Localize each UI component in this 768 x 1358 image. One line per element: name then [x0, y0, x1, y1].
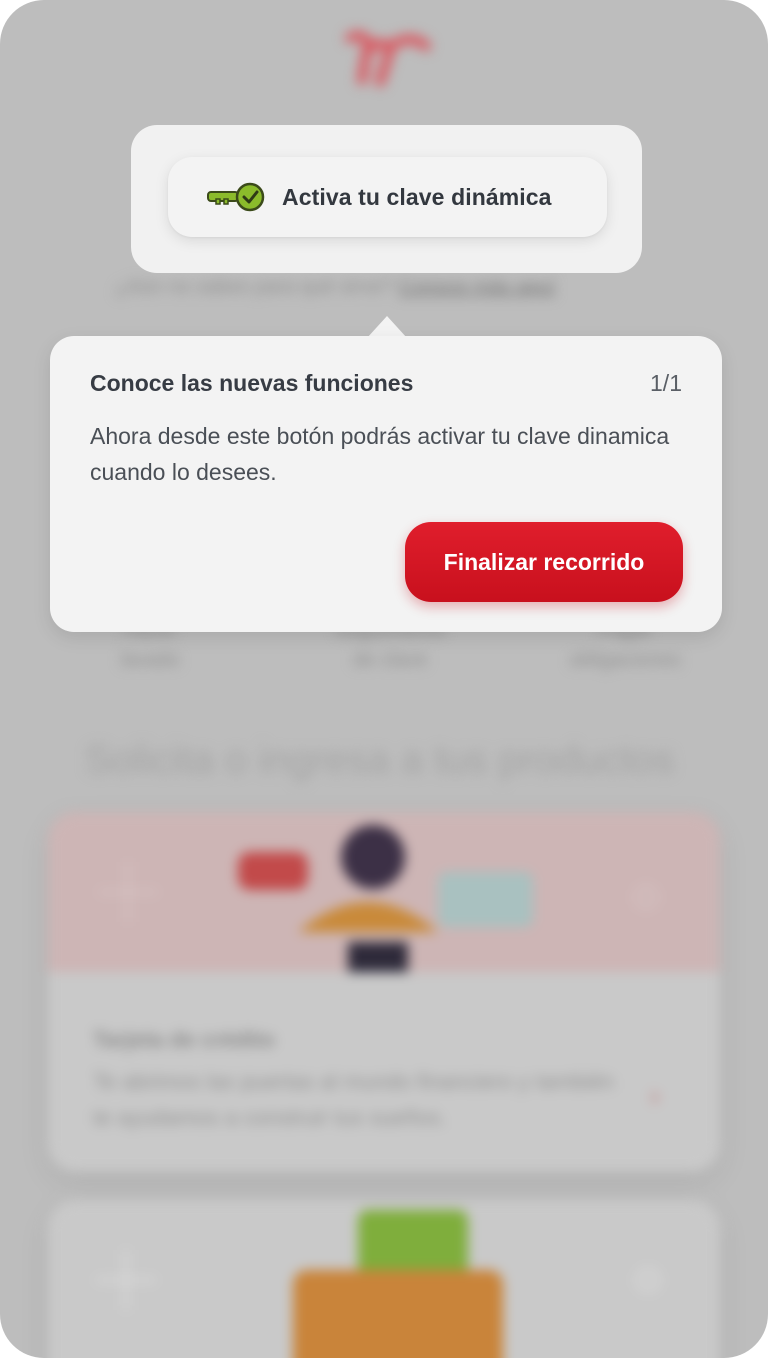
- onboarding-tooltip: Conoce las nuevas funciones 1/1 Ahora de…: [50, 336, 722, 632]
- tooltip-arrow: [367, 316, 407, 338]
- key-check-icon: [207, 182, 265, 212]
- help-link[interactable]: Conoce más aquí: [399, 276, 556, 298]
- product-card[interactable]: Tarjeta de crédito Te abrimos las puerta…: [48, 812, 720, 1172]
- activate-button-label: Activa tu clave dinámica: [282, 183, 552, 210]
- card-description: Te abrimos las puertas al mundo financie…: [93, 1069, 614, 1130]
- tooltip-step-counter: 1/1: [650, 370, 682, 396]
- tooltip-title: Conoce las nuevas funciones: [90, 370, 414, 396]
- phone-screen: ¿Aún no sabes para qué sirve? Conoce más…: [0, 0, 768, 1358]
- chevron-right-icon: ›: [650, 1080, 660, 1111]
- brand-logo: [345, 30, 431, 87]
- product-card[interactable]: [48, 1200, 720, 1358]
- tooltip-body: Ahora desde este botón podrás activar tu…: [90, 423, 670, 485]
- finish-tour-button[interactable]: Finalizar recorrido: [405, 522, 683, 602]
- help-text: ¿Aún no sabes para qué sirve? Conoce más…: [115, 276, 556, 298]
- card-title: Tarjeta de crédito: [93, 1027, 275, 1052]
- card-illustration: [48, 812, 720, 972]
- activate-dynamic-key-button[interactable]: Activa tu clave dinámica: [168, 157, 607, 237]
- card-illustration: [96, 1210, 660, 1358]
- section-title: Solicita o ingresa a tus productos: [85, 738, 675, 782]
